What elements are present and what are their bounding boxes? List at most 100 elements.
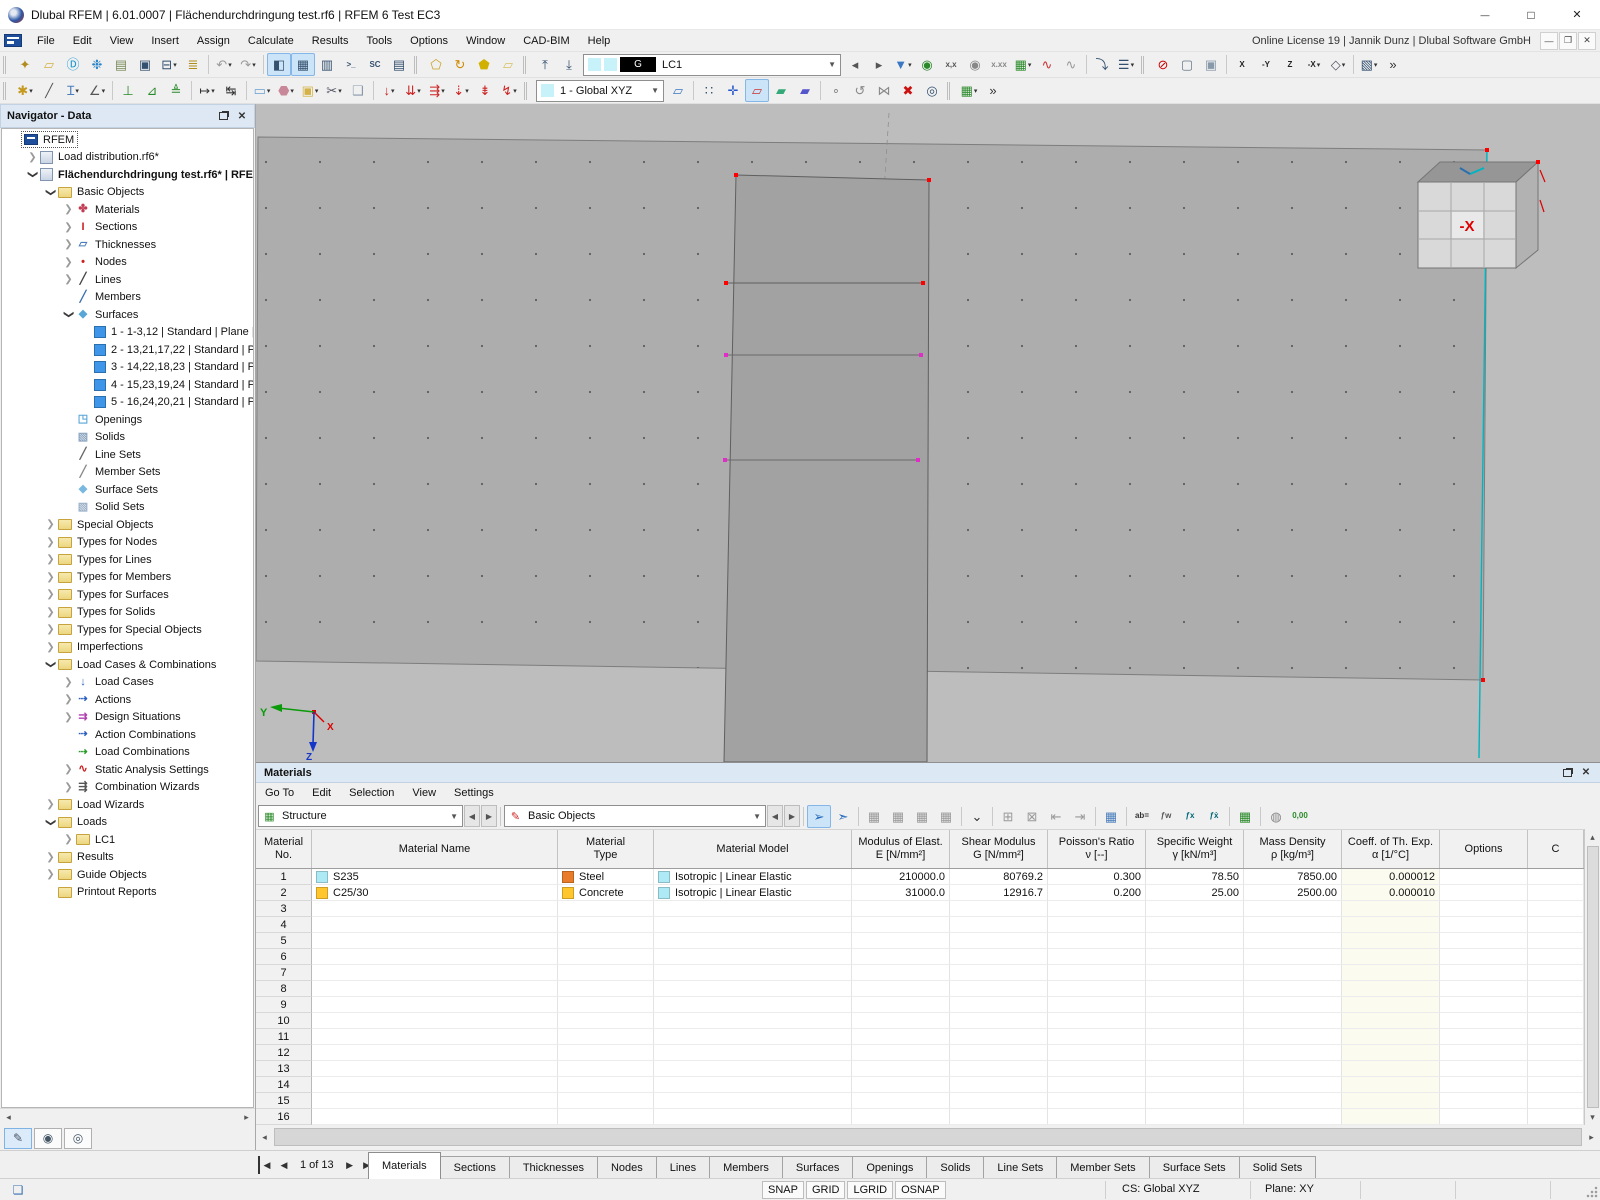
expander-icon[interactable]: ❯: [44, 624, 57, 635]
cell-1-c[interactable]: [1342, 997, 1440, 1013]
dropdown-arrow-icon[interactable]: ▾: [290, 87, 294, 95]
pan-mode-icon[interactable]: ❏: [8, 1182, 28, 1198]
dropdown-arrow-icon[interactable]: ▾: [1374, 61, 1378, 69]
tab-solids[interactable]: Solids: [926, 1156, 984, 1179]
dropdown-arrow-icon[interactable]: ▾: [391, 87, 395, 95]
undo-icon[interactable]: ↶▾: [212, 53, 236, 76]
navigator-title-bar[interactable]: Navigator - Data: [0, 104, 255, 128]
insert-row-icon[interactable]: ⊞: [996, 805, 1020, 828]
row-number-cell[interactable]: 14: [256, 1077, 312, 1093]
cell-kn-m[interactable]: [1146, 981, 1244, 997]
dropdown-arrow-icon[interactable]: ▾: [1131, 61, 1135, 69]
row-number-cell[interactable]: 13: [256, 1061, 312, 1077]
dropdown-arrow-icon[interactable]: ▾: [228, 61, 232, 69]
calculator-icon[interactable]: ▦: [1233, 805, 1257, 828]
menu-help[interactable]: Help: [579, 30, 620, 52]
cell-1-c[interactable]: [1342, 1093, 1440, 1109]
mirror-icon[interactable]: ⋈: [872, 79, 896, 102]
cell-material-name[interactable]: [312, 949, 558, 965]
cell-g-n-mm[interactable]: [950, 933, 1048, 949]
tree-item-solids[interactable]: ▧Solids: [4, 429, 253, 447]
save-result-view-icon[interactable]: ⤵: [1090, 53, 1114, 76]
cell-type[interactable]: [558, 1077, 654, 1093]
cell-options[interactable]: [1440, 933, 1528, 949]
table-row[interactable]: 5: [256, 933, 1584, 949]
cell-kg-m[interactable]: [1244, 1045, 1342, 1061]
objects-next-icon[interactable]: ▶: [784, 805, 800, 827]
cell-kg-m[interactable]: [1244, 1061, 1342, 1077]
dropdown-arrow-icon[interactable]: ▾: [1028, 61, 1032, 69]
cell-g-n-mm[interactable]: 12916.7: [950, 885, 1048, 901]
cell-e-n-mm[interactable]: [852, 1093, 950, 1109]
menu-options[interactable]: Options: [401, 30, 457, 52]
cell-material-model[interactable]: [654, 1093, 852, 1109]
tree-item-types-for-surfaces[interactable]: ❯Types for Surfaces: [4, 586, 253, 604]
cell-type[interactable]: Steel: [558, 869, 654, 885]
dropdown-arrow-icon[interactable]: ▾: [908, 61, 912, 69]
zoom-cancel-icon[interactable]: ⊘: [1151, 53, 1175, 76]
toolbar-grip[interactable]: [947, 82, 953, 100]
tree-item-materials[interactable]: ❯✤Materials: [4, 201, 253, 219]
expander-icon[interactable]: ❯: [62, 222, 75, 233]
tab-members[interactable]: Members: [709, 1156, 783, 1179]
cell-material-name[interactable]: [312, 901, 558, 917]
cell-kg-m[interactable]: [1244, 949, 1342, 965]
insert-above-icon[interactable]: ⤒: [533, 53, 557, 76]
cell-1-c[interactable]: [1342, 933, 1440, 949]
menu-results[interactable]: Results: [303, 30, 358, 52]
cell-e-n-mm[interactable]: [852, 933, 950, 949]
cell-type[interactable]: [558, 917, 654, 933]
cell-type[interactable]: [558, 1061, 654, 1077]
console-toggle-icon[interactable]: >_: [339, 53, 363, 76]
materials-title-bar[interactable]: Materials: [256, 763, 1600, 783]
navigator-toggle-icon[interactable]: ◧: [267, 53, 291, 76]
cell-options[interactable]: [1440, 1061, 1528, 1077]
tree-item-load-combinations[interactable]: ⇢Load Combinations: [4, 744, 253, 762]
cell-[interactable]: [1048, 1013, 1146, 1029]
cell-g-n-mm[interactable]: [950, 1077, 1048, 1093]
cell-material-name[interactable]: [312, 1077, 558, 1093]
delete-object-icon[interactable]: ✖: [896, 79, 920, 102]
dropdown-arrow-icon[interactable]: ▾: [441, 87, 445, 95]
expander-icon[interactable]: ❯: [44, 607, 57, 618]
new-surface-icon[interactable]: ▭▾: [250, 79, 274, 102]
filter-loads-icon[interactable]: ▼▾: [891, 53, 915, 76]
open-model-icon[interactable]: ▱: [37, 53, 61, 76]
nodal-support-icon[interactable]: ⊥: [116, 79, 140, 102]
cell-options[interactable]: [1440, 981, 1528, 997]
table-view-used-icon[interactable]: ▦: [910, 805, 934, 828]
cell-options[interactable]: [1440, 1013, 1528, 1029]
cell-kn-m[interactable]: [1146, 1045, 1244, 1061]
menu-cad-bim[interactable]: CAD-BIM: [514, 30, 578, 52]
expander-icon[interactable]: ❯: [62, 694, 75, 705]
edit-surface-icon[interactable]: ⬠: [424, 53, 448, 76]
toggle-snap[interactable]: SNAP: [762, 1181, 804, 1199]
cell-g-n-mm[interactable]: [950, 1061, 1048, 1077]
plane-xy-icon[interactable]: ▱: [745, 79, 769, 102]
cell-[interactable]: [1048, 981, 1146, 997]
cell-1-c[interactable]: [1342, 1013, 1440, 1029]
cell-1-c[interactable]: [1342, 965, 1440, 981]
coordinate-system-combo[interactable]: 1 - Global XYZ ▼: [536, 80, 664, 102]
dropdown-arrow-icon[interactable]: ▾: [1342, 61, 1346, 69]
cell-options[interactable]: [1440, 949, 1528, 965]
show-loads-icon[interactable]: ◉: [915, 53, 939, 76]
cell-options[interactable]: [1440, 869, 1528, 885]
note-tool-icon[interactable]: ▱: [496, 53, 520, 76]
cell-1-c[interactable]: [1342, 1061, 1440, 1077]
tree-item-types-for-nodes[interactable]: ❯Types for Nodes: [4, 534, 253, 552]
result-smooth-icon[interactable]: ∿: [1059, 53, 1083, 76]
tree-item-fl-chendurchdringung-test-rf6-[interactable]: ❯Flächendurchdringung test.rf6* | RFEM 6: [4, 166, 253, 184]
row-number-cell[interactable]: 12: [256, 1045, 312, 1061]
expander-icon[interactable]: ❯: [62, 764, 75, 775]
expander-icon[interactable]: ❯: [63, 308, 74, 321]
cell-material-model[interactable]: [654, 1029, 852, 1045]
first-table-icon[interactable]: ◀: [258, 1156, 274, 1174]
tree-item-line-sets[interactable]: ╱Line Sets: [4, 446, 253, 464]
table-row[interactable]: 6: [256, 949, 1584, 965]
load-case-combo[interactable]: G LC1 ▼: [583, 54, 841, 76]
tree-item-1-1-3-12-standard-plane-1[interactable]: 1 - 1-3,12 | Standard | Plane | 1: [4, 324, 253, 342]
new-model-icon[interactable]: ✦: [13, 53, 37, 76]
cell-type[interactable]: Concrete: [558, 885, 654, 901]
close-panel-icon[interactable]: [1580, 767, 1592, 778]
